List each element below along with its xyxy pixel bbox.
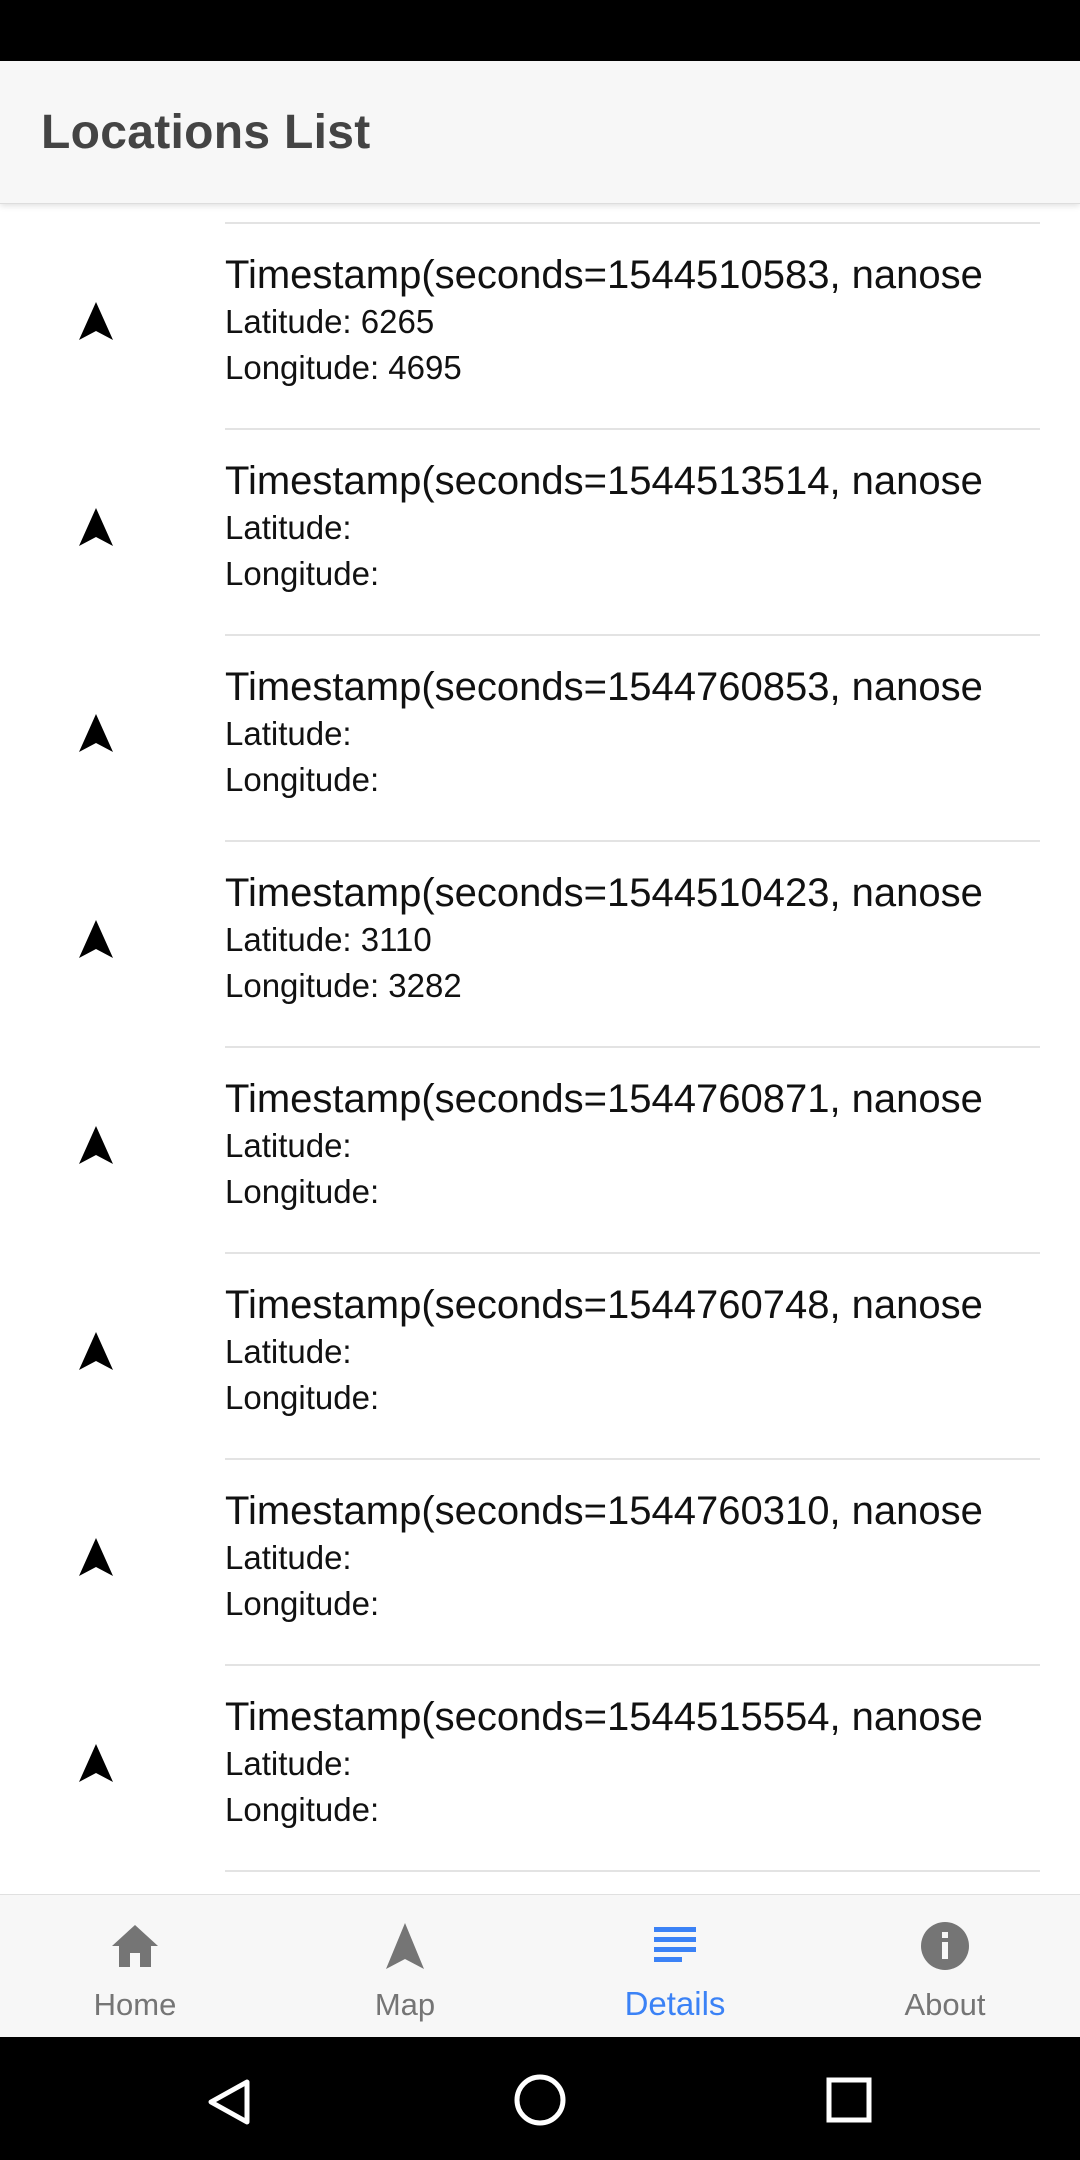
timestamp-text: Timestamp(seconds=1544760310, nanose [225, 1489, 983, 1533]
locations-list[interactable]: Timestamp(seconds=1544510583, nanose Lat… [0, 204, 1080, 1894]
nav-tab-label: Home [93, 1987, 177, 2022]
latitude-text: Latitude: [225, 1333, 352, 1370]
timestamp-text: Timestamp(seconds=1544510423, nanose [225, 871, 983, 915]
back-icon[interactable] [205, 2077, 255, 2127]
list-item[interactable]: Timestamp(seconds=1544510583, nanose Lat… [0, 224, 1080, 430]
recents-square-icon[interactable] [826, 2077, 872, 2123]
list-item[interactable]: Timestamp(seconds=1544510423, nanose Lat… [0, 842, 1080, 1048]
longitude-text: Longitude: [225, 1379, 380, 1416]
list-item[interactable]: Timestamp(seconds=1544760748, nanose Lat… [0, 1254, 1080, 1460]
nav-tab-label: Details [624, 1985, 726, 2022]
navigation-arrow-icon [79, 1332, 113, 1370]
nav-tab-map[interactable]: Map [270, 1895, 540, 2038]
navigation-arrow-icon [79, 1744, 113, 1782]
longitude-text: Longitude: [225, 761, 380, 798]
nav-tab-about[interactable]: About [810, 1895, 1080, 2038]
timestamp-text: Timestamp(seconds=1544760748, nanose [225, 1283, 983, 1327]
list-item[interactable]: Timestamp(seconds=1544760871, nanose Lat… [0, 1048, 1080, 1254]
home-icon [112, 1925, 158, 1967]
navigation-arrow-icon [79, 1126, 113, 1164]
longitude-text: Longitude: [225, 1585, 380, 1622]
navigation-arrow-icon [386, 1923, 424, 1969]
longitude-text: Longitude: 3282 [225, 967, 462, 1004]
navigation-arrow-icon [79, 508, 113, 546]
timestamp-text: Timestamp(seconds=1544760871, nanose [225, 1077, 983, 1121]
home-circle-icon[interactable] [513, 2073, 567, 2127]
list-item[interactable]: Timestamp(seconds=1544513514, nanose Lat… [0, 430, 1080, 636]
nav-tab-label: About [904, 1987, 986, 2022]
info-icon [921, 1922, 969, 1970]
navigation-arrow-icon [79, 714, 113, 752]
timestamp-text: Timestamp(seconds=1544513514, nanose [225, 459, 983, 503]
longitude-text: Longitude: [225, 1791, 380, 1828]
latitude-text: Latitude: [225, 715, 352, 752]
navigation-arrow-icon [79, 1538, 113, 1576]
latitude-text: Latitude: [225, 509, 352, 546]
longitude-text: Longitude: [225, 555, 380, 592]
navigation-arrow-icon [79, 302, 113, 340]
latitude-text: Latitude: [225, 1127, 352, 1164]
list-item[interactable]: Timestamp(seconds=1544760310, nanose Lat… [0, 1460, 1080, 1666]
longitude-text: Longitude: 4695 [225, 349, 462, 386]
latitude-text: Latitude: 6265 [225, 303, 435, 340]
bottom-navigation: Home Map Details About [0, 1894, 1080, 2037]
app-bar: Locations List [0, 61, 1080, 204]
navigation-arrow-icon [79, 920, 113, 958]
timestamp-text: Timestamp(seconds=1544760853, nanose [225, 665, 983, 709]
latitude-text: Latitude: [225, 1745, 352, 1782]
nav-tab-home[interactable]: Home [0, 1895, 270, 2038]
nav-tab-label: Map [374, 1987, 436, 2022]
latitude-text: Latitude: [225, 1539, 352, 1576]
status-bar [0, 0, 1080, 61]
nav-tab-details[interactable]: Details [540, 1895, 810, 2038]
page-title: Locations List [41, 106, 371, 159]
latitude-text: Latitude: 3110 [225, 921, 432, 958]
list-item[interactable]: Timestamp(seconds=1544515554, nanose Lat… [0, 1666, 1080, 1872]
timestamp-text: Timestamp(seconds=1544515554, nanose [225, 1695, 983, 1739]
timestamp-text: Timestamp(seconds=1544510583, nanose [225, 253, 983, 297]
list-divider [225, 1870, 1040, 1872]
longitude-text: Longitude: [225, 1173, 380, 1210]
system-navigation-bar [0, 2037, 1080, 2160]
list-icon [654, 1927, 696, 1962]
list-item[interactable]: Timestamp(seconds=1544760853, nanose Lat… [0, 636, 1080, 842]
